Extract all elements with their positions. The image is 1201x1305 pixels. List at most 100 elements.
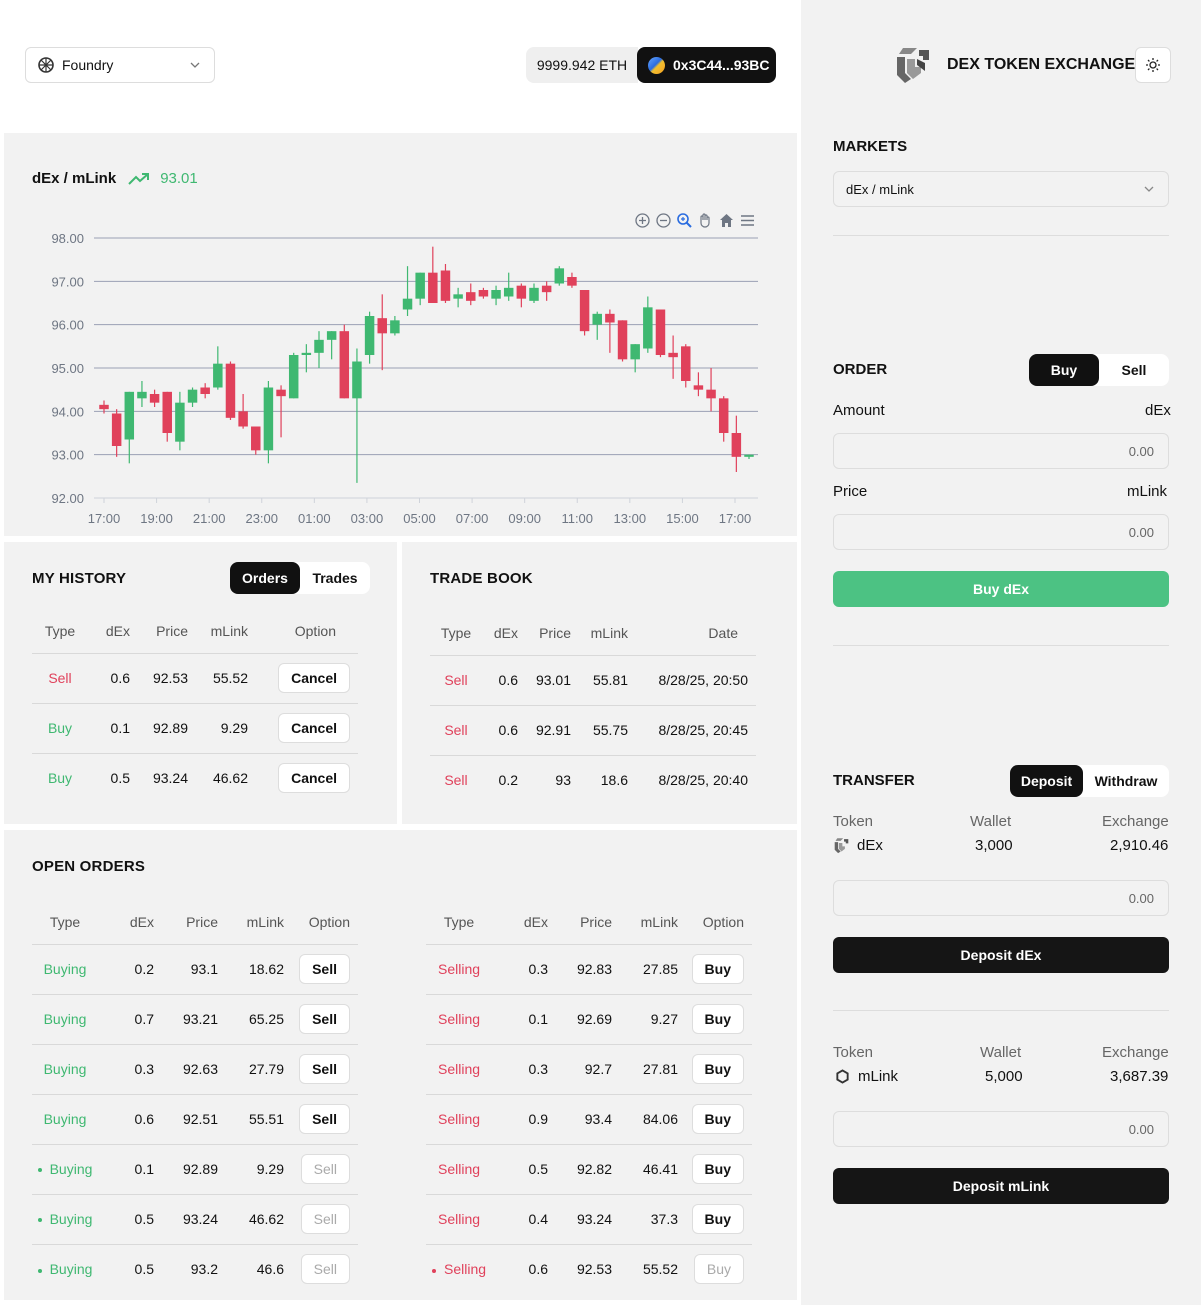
- mlink-deposit-input[interactable]: 0.00: [833, 1111, 1169, 1147]
- x-tick-label: 23:00: [245, 511, 278, 526]
- candle: [288, 355, 299, 399]
- sell-button[interactable]: Sell: [299, 1054, 350, 1084]
- markets-title: MARKETS: [833, 138, 908, 155]
- buy-button[interactable]: Buy: [691, 1054, 744, 1084]
- sell-button[interactable]: Sell: [299, 1004, 350, 1034]
- trade-book-table: Type dEx Price mLink Date Sell 0.6 93.01…: [430, 611, 756, 805]
- candle: [491, 290, 501, 299]
- row-type: Sell: [430, 754, 482, 805]
- x-tick-label: 01:00: [298, 511, 331, 526]
- candle: [99, 404, 109, 410]
- row-price: 93.1: [154, 943, 218, 994]
- history-table: Type dEx Price mLink Option Sell 0.6 92.…: [32, 609, 358, 803]
- row-mlink: 46.6: [218, 1243, 284, 1294]
- buy-dex-button[interactable]: Buy dEx: [833, 571, 1169, 607]
- account-button[interactable]: 0x3C44...93BC: [637, 47, 776, 83]
- theme-toggle-button[interactable]: [1135, 47, 1171, 83]
- candle: [605, 313, 615, 323]
- zoom-in-icon[interactable]: [634, 212, 651, 229]
- cancel-button[interactable]: Cancel: [278, 663, 350, 693]
- row-dex: 0.5: [98, 1193, 154, 1244]
- dex-deposit-input[interactable]: 0.00: [833, 880, 1169, 916]
- candle: [744, 454, 754, 457]
- candle: [225, 363, 236, 418]
- brand-title: DEX TOKEN EXCHANGE: [947, 56, 1136, 73]
- x-tick-label: 17:00: [719, 511, 752, 526]
- network-select[interactable]: Foundry: [25, 47, 215, 83]
- row-price: 92.53: [130, 652, 188, 703]
- tab-withdraw[interactable]: Withdraw: [1083, 765, 1169, 797]
- price-input[interactable]: 0.00: [833, 514, 1169, 550]
- tab-orders[interactable]: Orders: [230, 562, 300, 594]
- sell-button[interactable]: Sell: [299, 954, 350, 984]
- sell-button[interactable]: Sell: [300, 1204, 350, 1234]
- buy-button[interactable]: Buy: [691, 1154, 744, 1184]
- token1-wallet: 3,000: [975, 837, 1013, 854]
- network-label: Foundry: [62, 57, 114, 73]
- row-mlink: 27.79: [218, 1043, 284, 1094]
- row-dex: 0.1: [98, 1143, 154, 1194]
- y-tick-label: 96.00: [51, 318, 84, 333]
- amount-input[interactable]: 0.00: [833, 433, 1169, 469]
- tab-deposit[interactable]: Deposit: [1010, 765, 1083, 797]
- candlestick-chart[interactable]: 98.00 97.00 96.00 95.00 94.00 93.00 92.00 17:00…: [4, 133, 797, 536]
- cancel-button[interactable]: Cancel: [278, 763, 350, 794]
- buy-button[interactable]: Buy: [693, 1254, 744, 1285]
- row-price: 92.82: [548, 1143, 612, 1194]
- chainlink-icon: [836, 1069, 849, 1084]
- col-option: Option: [294, 622, 336, 639]
- row-type: Buying: [49, 1211, 93, 1227]
- zoom-out-icon[interactable]: [655, 212, 672, 229]
- row-dex: 0.2: [98, 943, 154, 994]
- row-mlink: 55.51: [218, 1093, 284, 1144]
- menu-icon[interactable]: [739, 212, 756, 229]
- pan-icon[interactable]: [697, 212, 714, 229]
- market-select[interactable]: dEx / mLink: [833, 171, 1169, 207]
- buy-button[interactable]: Buy: [691, 1004, 744, 1034]
- order-title: ORDER: [833, 361, 888, 378]
- buy-button[interactable]: Buy: [691, 1204, 744, 1234]
- row-price: 93.2: [154, 1243, 218, 1294]
- candle: [655, 309, 666, 355]
- candle: [466, 292, 476, 301]
- candle: [643, 307, 653, 349]
- sun-icon: [1146, 58, 1160, 72]
- my-history-title: MY HISTORY: [32, 570, 127, 587]
- row-price: 92.83: [548, 943, 612, 994]
- trend-up-icon: [128, 172, 150, 185]
- row-type: Buying: [43, 1061, 87, 1077]
- row-mlink: 46.62: [218, 1193, 284, 1244]
- tab-buy[interactable]: Buy: [1029, 354, 1099, 386]
- candle: [263, 387, 274, 451]
- buy-button[interactable]: Buy: [691, 954, 744, 984]
- deposit-dex-button[interactable]: Deposit dEx: [833, 937, 1169, 973]
- magnifier-icon[interactable]: [676, 212, 693, 229]
- row-mlink: 18.62: [218, 943, 284, 994]
- cancel-button[interactable]: Cancel: [278, 713, 350, 743]
- deposit-mlink-button[interactable]: Deposit mLink: [833, 1168, 1169, 1204]
- candle: [567, 277, 577, 286]
- col-type: Type: [49, 913, 81, 930]
- buy-button[interactable]: Buy: [691, 1104, 744, 1134]
- candle: [377, 318, 387, 334]
- home-icon[interactable]: [718, 212, 735, 229]
- chart-last-price: 93.01: [160, 170, 198, 187]
- x-tick-label: 07:00: [456, 511, 489, 526]
- row-price: 92.63: [154, 1043, 218, 1094]
- tab-trades[interactable]: Trades: [300, 562, 370, 594]
- table-row: Buying 0.6 92.51 55.51 Sell: [32, 1093, 358, 1144]
- candle: [124, 391, 135, 440]
- col-date: Date: [708, 624, 738, 641]
- sell-button[interactable]: Sell: [300, 1254, 350, 1285]
- row-date: 8/28/25, 20:45: [628, 704, 756, 755]
- row-type: Buy: [32, 702, 88, 753]
- sell-button[interactable]: Sell: [299, 1104, 350, 1134]
- tab-sell[interactable]: Sell: [1099, 354, 1169, 386]
- sell-button[interactable]: Sell: [300, 1154, 350, 1184]
- candle: [149, 394, 160, 403]
- row-type: Buying: [43, 1011, 87, 1027]
- token2-name: mLink: [858, 1068, 899, 1085]
- token2-wallet: 5,000: [985, 1068, 1023, 1085]
- my-history-panel: MY HISTORY Orders Trades Type dEx Price …: [4, 542, 397, 824]
- candle: [251, 426, 261, 451]
